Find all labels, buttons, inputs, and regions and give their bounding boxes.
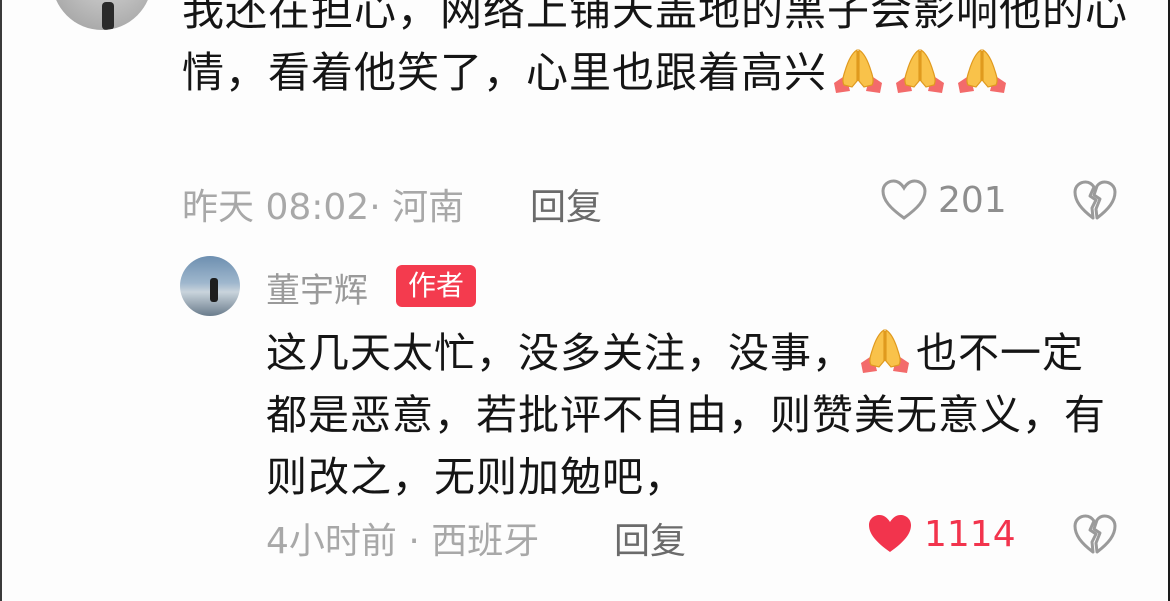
heart-filled-icon xyxy=(869,515,911,552)
folded-hands-emoji xyxy=(954,47,1010,93)
parent-comment-text: 我还在担心，网络上铺天盖地的黑子会影响他的心情，看着他笑了，心里也跟着高兴 xyxy=(182,0,1142,104)
avatar-figure xyxy=(210,278,218,302)
parent-avatar[interactable] xyxy=(52,0,152,30)
heart-outline-icon xyxy=(881,179,927,220)
reply-comment-meta: 4小时前 · 西班牙 xyxy=(266,521,540,562)
reply-like-button[interactable]: 1114 xyxy=(866,512,1016,556)
parent-like-button[interactable]: 201 xyxy=(880,178,1007,222)
reply-comment-body-1: 这几天太忙，没多关注，没事， xyxy=(266,329,854,377)
reply-author-name[interactable]: 董宇辉 xyxy=(266,263,368,312)
comment-thread: 我还在担心，网络上铺天盖地的黑子会影响他的心情，看着他笑了，心里也跟着高兴 昨天… xyxy=(0,0,1170,601)
reply-like-count: 1114 xyxy=(924,513,1016,555)
avatar-figure xyxy=(102,2,114,30)
broken-heart-icon xyxy=(1073,514,1117,554)
broken-heart-icon xyxy=(1073,180,1117,220)
parent-reply-button[interactable]: 回复 xyxy=(530,178,602,230)
folded-hands-emoji xyxy=(857,327,913,373)
reply-reply-button[interactable]: 回复 xyxy=(614,512,686,564)
reply-comment-text: 这几天太忙，没多关注，没事， 也不一定都是恶意，若批评不自由，则赞美无意义，有则改… xyxy=(266,322,1106,508)
author-badge: 作者 xyxy=(396,265,477,307)
reply-author-avatar[interactable] xyxy=(180,256,240,316)
parent-dislike-button[interactable] xyxy=(1072,178,1118,226)
folded-hands-emoji xyxy=(830,47,886,93)
parent-like-count: 201 xyxy=(938,179,1007,221)
folded-hands-emoji xyxy=(892,47,948,93)
reply-dislike-button[interactable] xyxy=(1072,512,1118,560)
parent-comment-meta: 昨天 08:02· 河南 xyxy=(182,187,465,228)
left-border xyxy=(0,0,2,601)
